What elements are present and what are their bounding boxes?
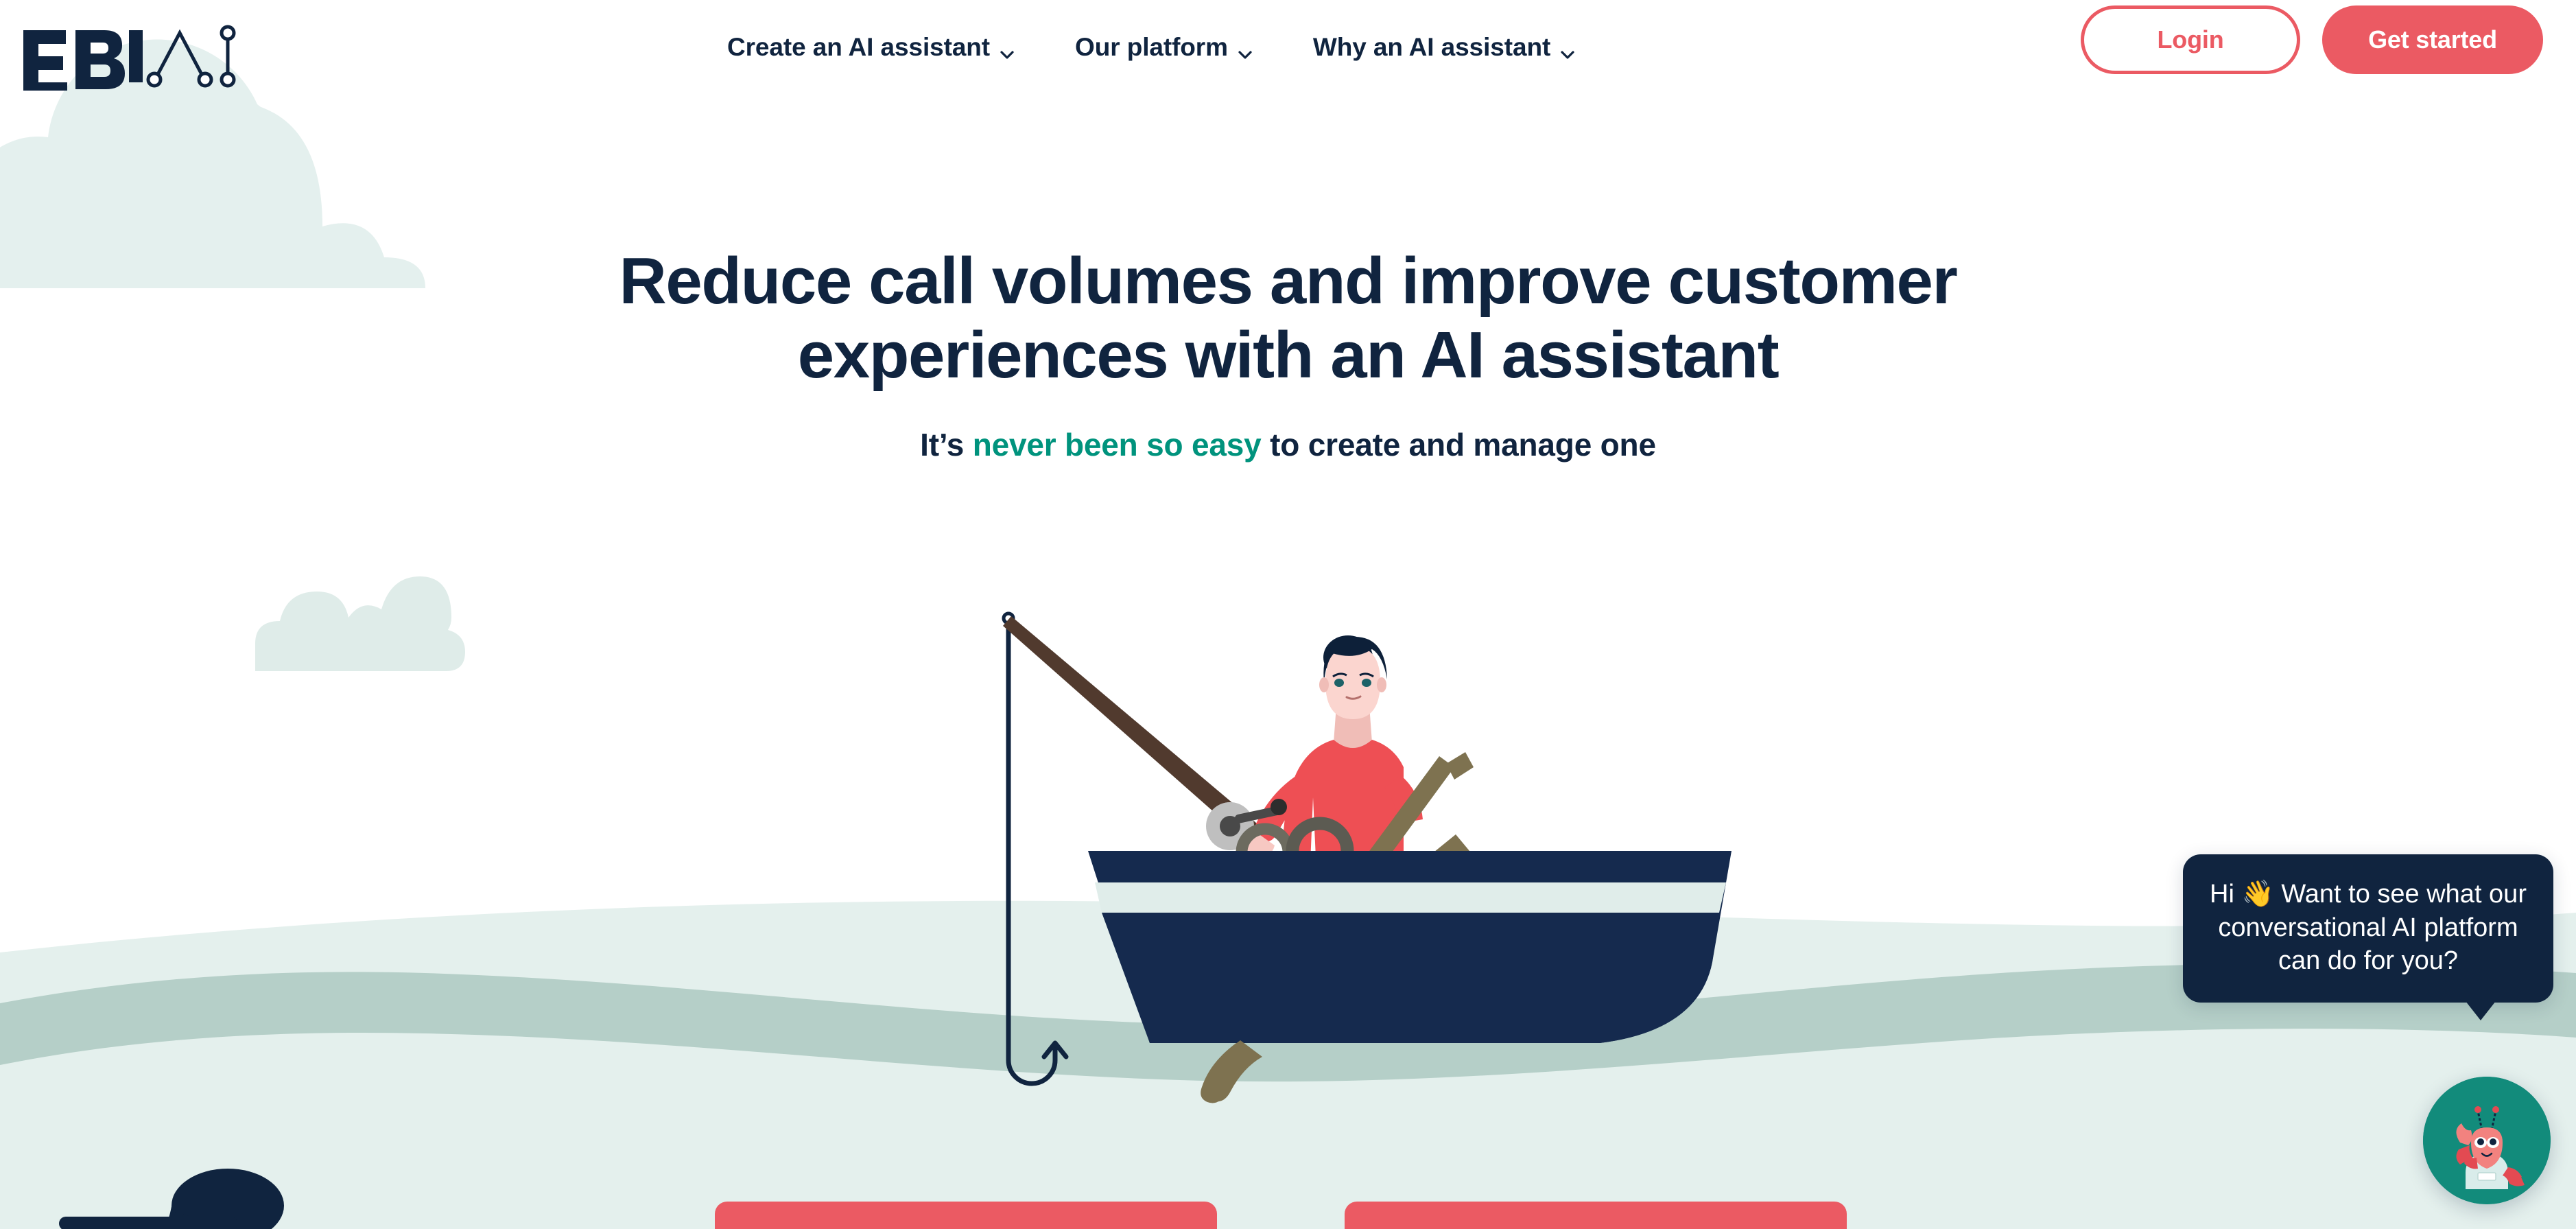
hero-subtitle: It’s never been so easy to create and ma…: [0, 426, 2576, 463]
oarlock-left: [1236, 823, 1295, 853]
fishing-reel: [1206, 799, 1287, 850]
hero-title-line-1: Reduce call volumes and improve customer: [619, 244, 1957, 318]
cta-button-primary[interactable]: [715, 1202, 1217, 1229]
page-root: Create an AI assistant Our platform Why …: [0, 0, 2576, 1229]
chat-launcher-button[interactable]: [2423, 1077, 2551, 1204]
rowboat: [1088, 851, 1732, 1043]
cta-button-secondary[interactable]: [1345, 1202, 1847, 1229]
page-title: Reduce call volumes and improve customer…: [609, 244, 1968, 393]
oar-left-blade: [1204, 1040, 1262, 1102]
brand-logo[interactable]: [15, 15, 289, 96]
hero-subtitle-suffix: to create and manage one: [1261, 426, 1656, 463]
chevron-down-icon: [1238, 40, 1253, 59]
nav-item-label: Our platform: [1075, 33, 1228, 61]
chat-greeting-text: Hi 👋 Want to see what our conversational…: [2210, 880, 2527, 976]
get-started-button[interactable]: Get started: [2322, 5, 2543, 74]
nav-item-label: Why an AI assistant: [1312, 33, 1551, 61]
chat-greeting-bubble[interactable]: Hi 👋 Want to see what our conversational…: [2183, 854, 2553, 1020]
hero-section: Reduce call volumes and improve customer…: [0, 244, 2576, 463]
hero-illustration: [1002, 611, 1732, 1103]
bottom-cta-strip: [0, 1197, 2576, 1229]
chevron-down-icon: [1560, 40, 1575, 59]
hero-subtitle-highlight: never been so easy: [972, 426, 1262, 463]
fishing-rod: [1003, 616, 1261, 843]
lobster-mascot-avatar: [2423, 1077, 2551, 1204]
ai-nodes-logomark: [146, 25, 236, 88]
nav-item-our-platform[interactable]: Our platform: [1075, 33, 1253, 62]
hero-subtitle-prefix: It’s: [920, 426, 973, 463]
hero-title-line-2: experiences with an AI assistant: [797, 318, 1780, 393]
site-header: Create an AI assistant Our platform Why …: [0, 0, 2576, 102]
woman-character: [1240, 635, 1423, 904]
background-decorations: [0, 39, 2576, 1229]
oarlock-right: [1286, 817, 1354, 852]
nav-item-label: Create an AI assistant: [727, 33, 991, 61]
main-navigation: Create an AI assistant Our platform Why …: [727, 33, 1575, 62]
nav-item-why-an-ai-assistant[interactable]: Why an AI assistant: [1313, 33, 1575, 62]
nav-item-create-an-ai-assistant[interactable]: Create an AI assistant: [727, 33, 1015, 62]
oar-right: [1250, 752, 1474, 1024]
cloud-small-icon: [255, 576, 465, 671]
fishing-line: [1002, 611, 1069, 1086]
chevron-down-icon: [1000, 40, 1015, 59]
oar-left: [1201, 834, 1469, 1103]
login-button[interactable]: Login: [2081, 5, 2300, 74]
header-actions: Login Get started: [2081, 5, 2543, 74]
